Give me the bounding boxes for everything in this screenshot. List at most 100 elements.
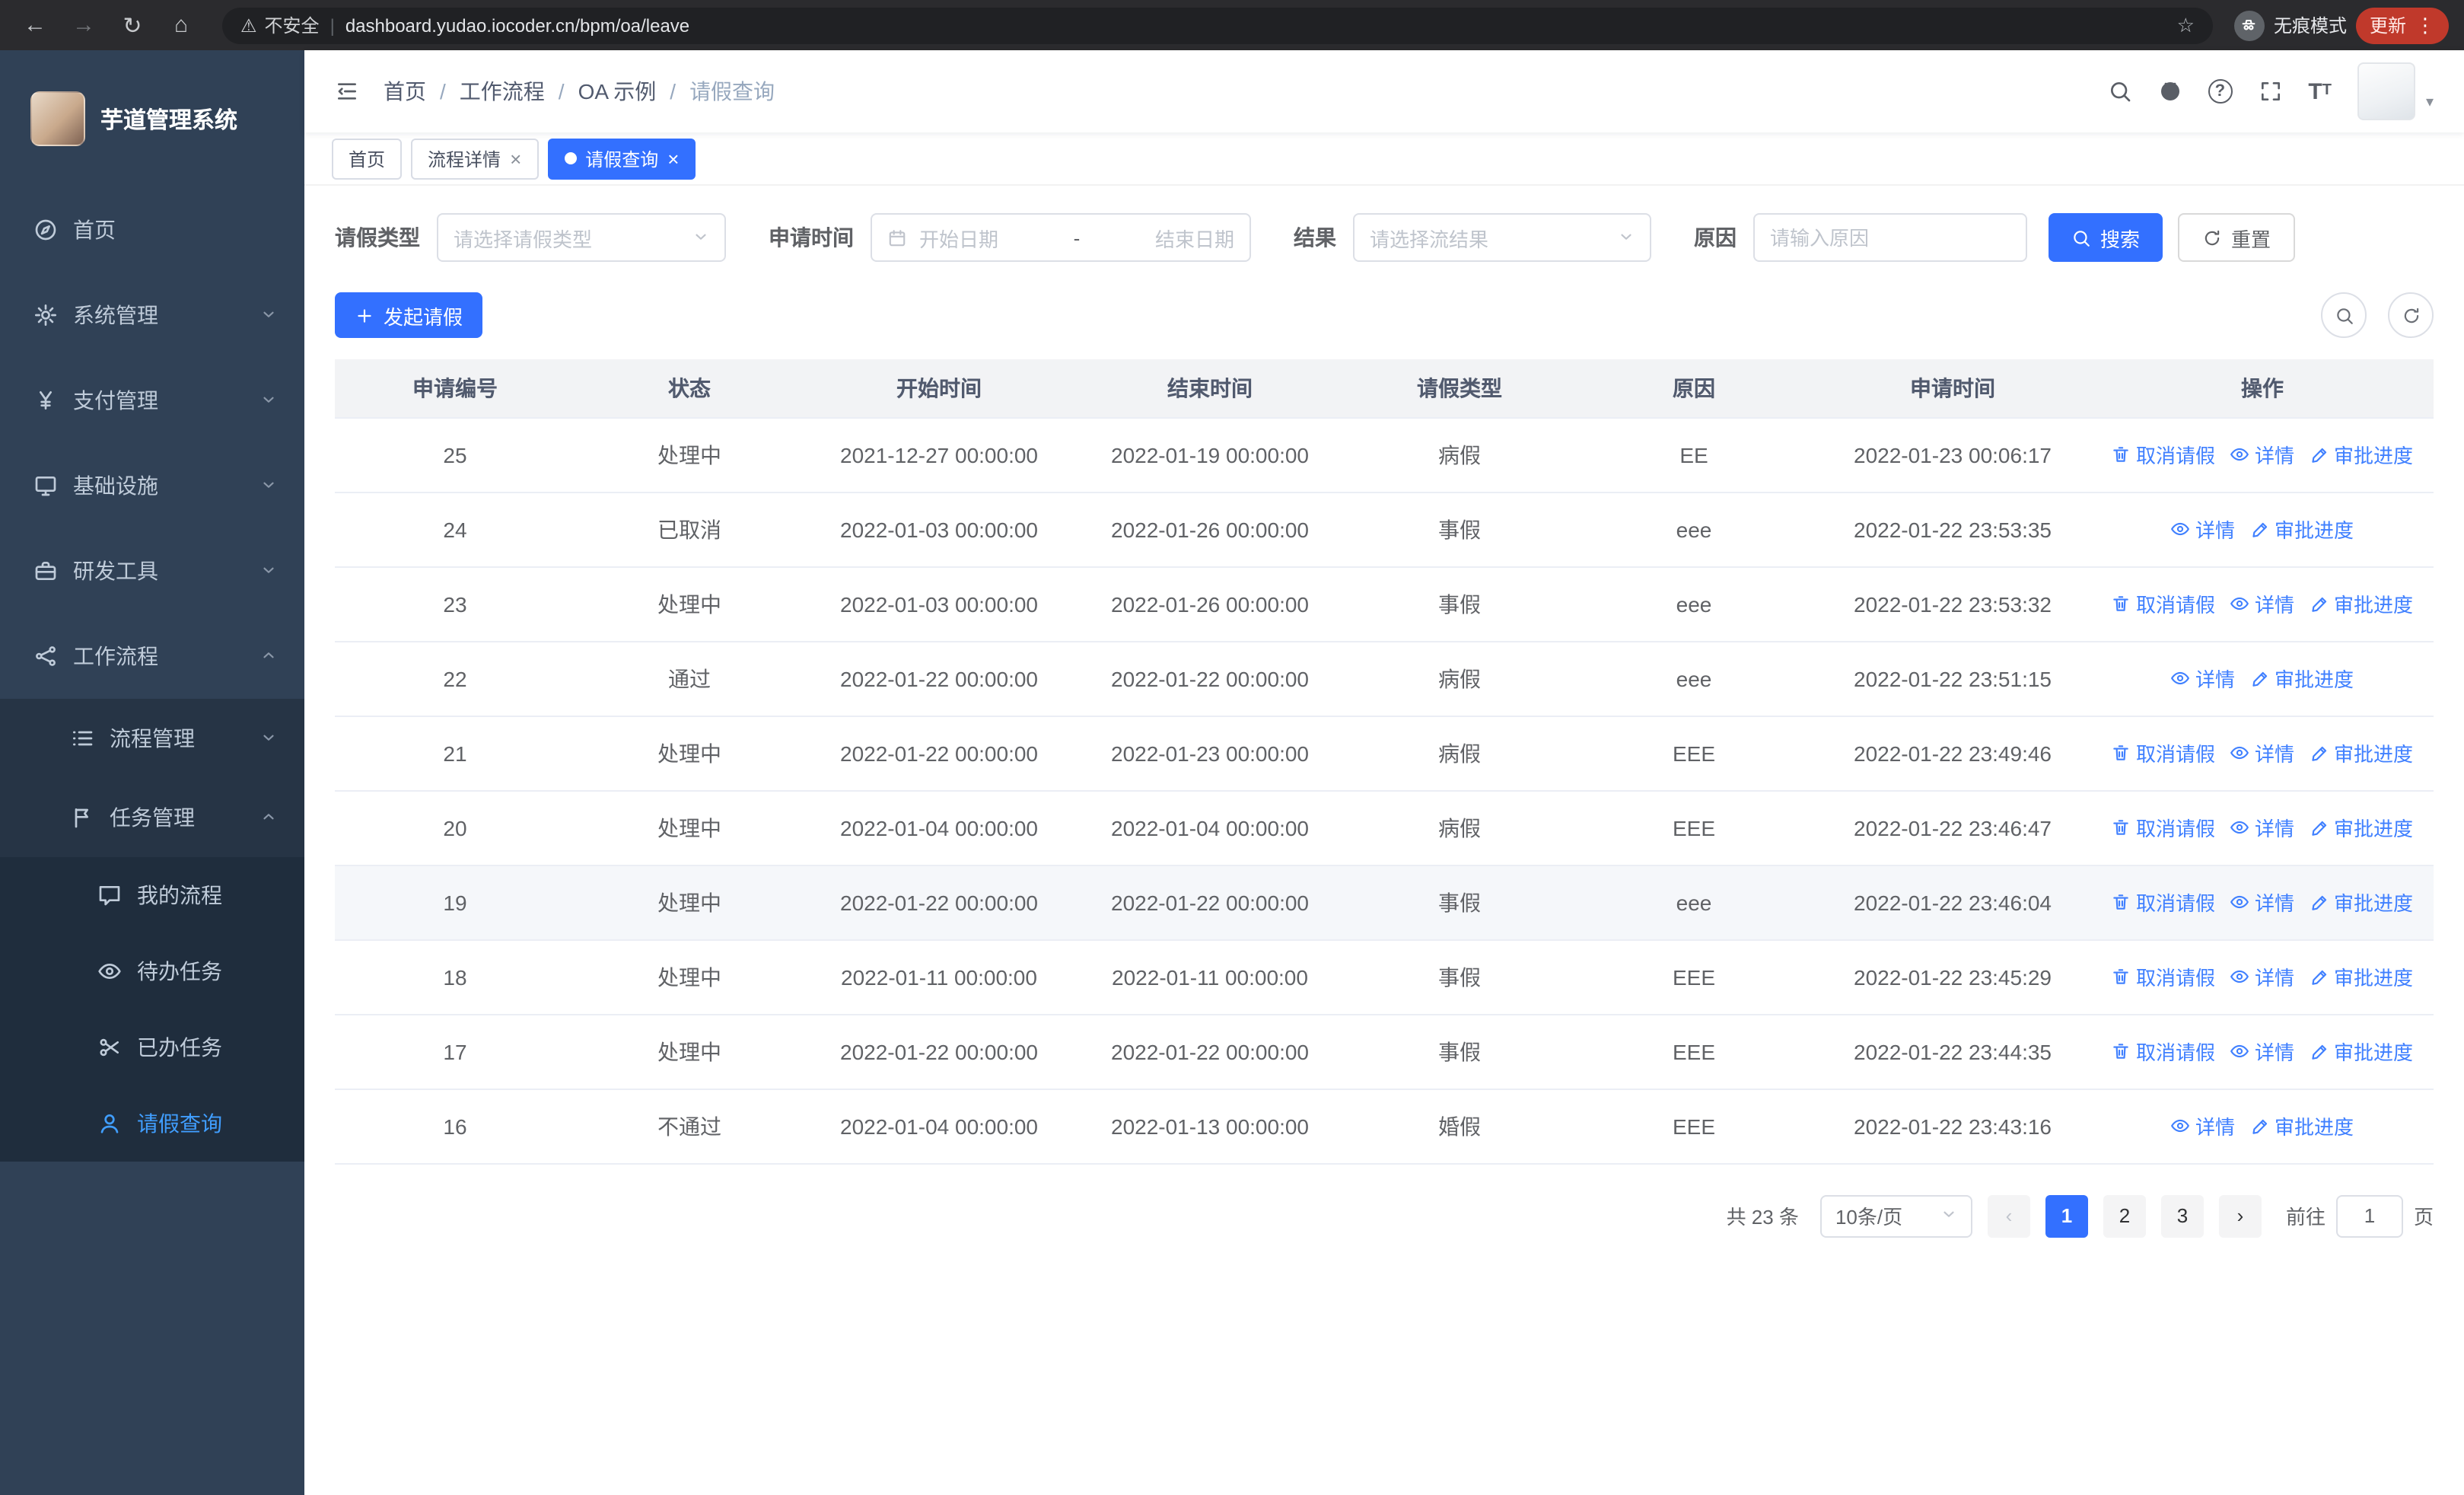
cell-id: 21 <box>335 716 575 791</box>
avatar-caret-icon[interactable]: ▾ <box>2426 94 2434 111</box>
tab-close-icon[interactable]: × <box>510 148 521 168</box>
cancel-action-link[interactable]: 取消请假 <box>2112 962 2215 991</box>
browser-forward-icon[interactable]: → <box>64 5 103 45</box>
fullscreen-icon[interactable] <box>2258 79 2282 104</box>
breadcrumb-item-oa-example[interactable]: OA 示例 <box>578 76 657 107</box>
detail-action-link[interactable]: 详情 <box>2230 962 2294 991</box>
url-text[interactable]: dashboard.yudao.iocoder.cn/bpm/oa/leave <box>345 14 2166 36</box>
plus-icon <box>358 308 371 322</box>
detail-action-link[interactable]: 详情 <box>2171 664 2235 693</box>
help-icon[interactable]: ? <box>2208 79 2233 104</box>
app-logo[interactable]: 芋道管理系统 <box>0 50 304 187</box>
sidebar-item-process-management[interactable]: 流程管理 <box>0 699 304 778</box>
browser-home-icon[interactable]: ⌂ <box>161 5 201 45</box>
progress-action-link[interactable]: 审批进度 <box>2250 515 2354 543</box>
progress-action-link[interactable]: 审批进度 <box>2250 664 2354 693</box>
refresh-table-button[interactable] <box>2388 292 2434 338</box>
action-label: 取消请假 <box>2135 818 2215 840</box>
detail-action-link[interactable]: 详情 <box>2230 813 2294 842</box>
cancel-action-link[interactable]: 取消请假 <box>2112 1037 2215 1066</box>
page-button-2[interactable]: 2 <box>2103 1194 2146 1237</box>
toggle-search-button[interactable] <box>2321 292 2367 338</box>
cell-status: 通过 <box>575 641 804 716</box>
cancel-action-link[interactable]: 取消请假 <box>2112 589 2215 618</box>
progress-action-link[interactable]: 审批进度 <box>2310 589 2413 618</box>
action-label: 审批进度 <box>2334 967 2414 990</box>
progress-action-link[interactable]: 审批进度 <box>2310 1037 2413 1066</box>
goto-page-input[interactable] <box>2335 1194 2403 1237</box>
browser-update-button[interactable]: 更新 ⋮ <box>2355 7 2449 43</box>
detail-action-link[interactable]: 详情 <box>2230 589 2294 618</box>
tab-process-detail[interactable]: 流程详情 × <box>411 138 539 179</box>
sidebar-item-home[interactable]: 首页 <box>0 187 304 273</box>
progress-action-link[interactable]: 审批进度 <box>2310 962 2413 991</box>
breadcrumb-item-workflow[interactable]: 工作流程 <box>460 76 545 107</box>
cell-apply_time: 2022-01-23 00:06:17 <box>1814 417 2091 492</box>
sidebar-item-label: 我的流程 <box>137 883 222 907</box>
tab-home[interactable]: 首页 <box>332 138 403 179</box>
pen-icon <box>2311 1044 2326 1060</box>
cancel-action-link[interactable]: 取消请假 <box>2112 440 2215 469</box>
sidebar-item-infrastructure[interactable]: 基础设施 <box>0 443 304 528</box>
detail-action-link[interactable]: 详情 <box>2230 1037 2294 1066</box>
col-header-leave-type: 请假类型 <box>1345 359 1574 418</box>
address-bar[interactable]: ⚠ 不安全 | dashboard.yudao.iocoder.cn/bpm/o… <box>222 7 2213 43</box>
cell-status: 不通过 <box>575 1089 804 1164</box>
sidebar-item-task-management[interactable]: 任务管理 <box>0 778 304 857</box>
eye-icon <box>2231 448 2249 461</box>
sidebar-item-done-tasks[interactable]: 已办任务 <box>0 1009 304 1085</box>
cancel-action-link[interactable]: 取消请假 <box>2112 813 2215 842</box>
progress-action-link[interactable]: 审批进度 <box>2310 813 2413 842</box>
page-button-1[interactable]: 1 <box>2045 1194 2088 1237</box>
tab-leave-query[interactable]: 请假查询 × <box>547 138 696 179</box>
detail-action-link[interactable]: 详情 <box>2230 888 2294 916</box>
progress-action-link[interactable]: 审批进度 <box>2310 440 2413 469</box>
sidebar-fold-icon[interactable] <box>335 79 359 104</box>
leave-type-select[interactable]: 请选择请假类型 <box>437 213 726 262</box>
browser-reload-icon[interactable]: ↻ <box>113 5 152 45</box>
search-button[interactable]: 搜索 <box>2049 213 2163 262</box>
cell-leave_type: 病假 <box>1345 716 1574 791</box>
eye-icon <box>2231 1044 2249 1058</box>
reason-input[interactable] <box>1753 213 2027 262</box>
dashboard-icon <box>35 219 56 241</box>
next-page-button[interactable]: › <box>2218 1194 2262 1237</box>
date-range-picker[interactable]: 开始日期 - 结束日期 <box>871 213 1251 262</box>
sidebar-item-todo-tasks[interactable]: 待办任务 <box>0 933 304 1009</box>
progress-action-link[interactable]: 审批进度 <box>2310 888 2413 916</box>
cancel-action-link[interactable]: 取消请假 <box>2112 888 2215 916</box>
browser-menu-icon[interactable]: ⋮ <box>2415 13 2435 37</box>
search-icon[interactable] <box>2107 79 2131 104</box>
breadcrumb-item-home[interactable]: 首页 <box>384 76 426 107</box>
action-label: 审批进度 <box>2334 818 2414 840</box>
reset-button[interactable]: 重置 <box>2178 213 2296 262</box>
progress-action-link[interactable]: 审批进度 <box>2310 738 2413 767</box>
prev-page-button[interactable]: ‹ <box>1987 1194 2030 1237</box>
table-row: 25 处理中 2021-12-27 00:00:00 2022-01-19 00:00… <box>335 417 2434 492</box>
sidebar-item-workflow[interactable]: 工作流程 <box>0 614 304 699</box>
cell-actions: 取消请假 详情 审批进度 <box>2091 790 2434 865</box>
page-size-select[interactable]: 10条/页 <box>1819 1194 1972 1237</box>
result-select[interactable]: 请选择流结果 <box>1353 213 1651 262</box>
tab-close-icon[interactable]: × <box>667 148 679 168</box>
github-icon[interactable] <box>2157 79 2182 104</box>
bookmark-star-icon[interactable]: ☆ <box>2177 13 2195 37</box>
browser-back-icon[interactable]: ← <box>15 5 55 45</box>
progress-action-link[interactable]: 审批进度 <box>2250 1111 2354 1140</box>
sidebar-item-devtools[interactable]: 研发工具 <box>0 528 304 614</box>
detail-action-link[interactable]: 详情 <box>2230 440 2294 469</box>
user-avatar[interactable] <box>2357 62 2415 120</box>
font-size-icon[interactable]: TT <box>2308 80 2332 103</box>
sidebar-item-system[interactable]: 系统管理 <box>0 273 304 358</box>
sidebar-item-my-process[interactable]: 我的流程 <box>0 857 304 933</box>
detail-action-link[interactable]: 详情 <box>2171 515 2235 543</box>
detail-action-link[interactable]: 详情 <box>2230 738 2294 767</box>
page-button-3[interactable]: 3 <box>2160 1194 2204 1237</box>
cancel-action-link[interactable]: 取消请假 <box>2112 738 2215 767</box>
sidebar-item-leave-query[interactable]: 请假查询 <box>0 1085 304 1162</box>
detail-action-link[interactable]: 详情 <box>2171 1111 2235 1140</box>
sidebar-item-payment[interactable]: 支付管理 <box>0 358 304 443</box>
pen-icon <box>2252 1119 2267 1134</box>
create-leave-button[interactable]: 发起请假 <box>335 292 483 338</box>
security-warning[interactable]: ⚠ 不安全 <box>240 12 320 38</box>
